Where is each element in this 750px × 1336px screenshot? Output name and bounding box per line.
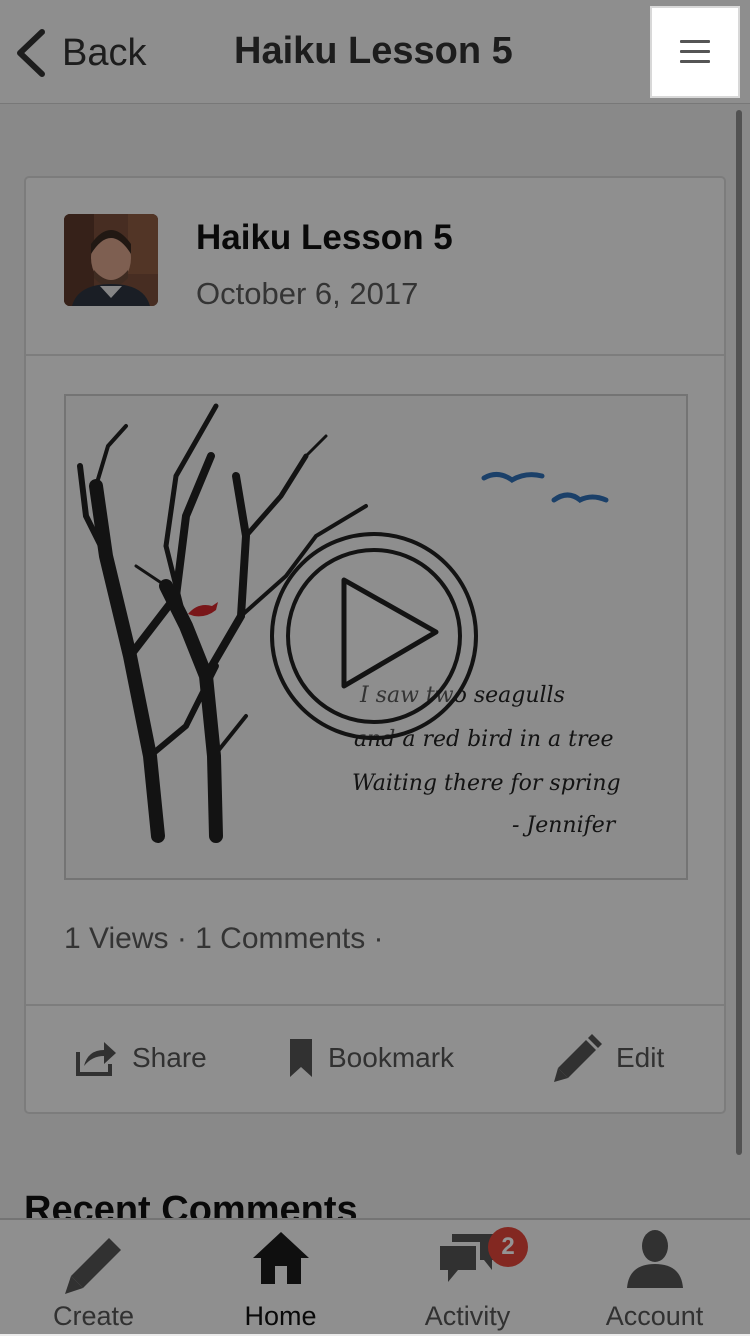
bookmark-button[interactable]: Bookmark <box>288 1030 454 1086</box>
page-title: Haiku Lesson 5 <box>234 30 513 72</box>
scrollbar[interactable] <box>736 110 742 1155</box>
pencil-icon <box>64 1238 121 1294</box>
share-label: Share <box>132 1042 207 1073</box>
activity-badge: 2 <box>488 1227 528 1267</box>
bookmark-label: Bookmark <box>328 1042 455 1073</box>
pencil-icon <box>554 1034 602 1082</box>
play-icon[interactable] <box>270 532 478 740</box>
post-stats: 1 Views · 1 Comments · <box>64 922 384 955</box>
tab-account[interactable]: Account <box>561 1220 748 1336</box>
share-icon <box>76 1042 116 1076</box>
menu-button[interactable] <box>650 6 740 98</box>
share-button[interactable]: Share <box>74 1030 207 1086</box>
back-label: Back <box>62 31 147 74</box>
bookmark-icon <box>290 1039 312 1077</box>
post-title: Haiku Lesson 5 <box>196 218 453 257</box>
edit-label: Edit <box>616 1042 665 1073</box>
tab-bar: Create Home Activity Account <box>0 1218 750 1334</box>
video-player[interactable]: I saw two seagulls and a red bird in a t… <box>64 394 688 880</box>
tab-activity[interactable]: Activity <box>374 1220 561 1336</box>
haiku-drawing: I saw two seagulls and a red bird in a t… <box>77 403 621 843</box>
hamburger-menu-icon <box>680 40 710 64</box>
seagull <box>551 492 609 503</box>
chevron-left-icon <box>17 29 45 77</box>
avatar[interactable] <box>64 214 158 306</box>
back-button[interactable]: Back <box>14 26 146 80</box>
red-bird <box>188 602 218 617</box>
tab-label: Create <box>52 1301 135 1331</box>
tab-label: Activity <box>424 1301 511 1331</box>
edit-button[interactable]: Edit <box>550 1030 664 1086</box>
poem-line-3: Waiting there for spring <box>352 771 621 796</box>
post-date: October 6, 2017 <box>196 276 419 311</box>
content-area[interactable]: Haiku Lesson 5 October 6, 2017 I saw two… <box>0 104 750 1218</box>
post-actions: Share Bookmark Edit <box>26 1006 724 1112</box>
recent-comments-heading: Recent Comments <box>24 1189 358 1218</box>
tab-home[interactable]: Home <box>187 1220 374 1336</box>
seagull <box>481 472 545 483</box>
poem-signature: - Jennifer <box>512 813 617 838</box>
nav-header: Back Haiku Lesson 5 <box>0 0 750 104</box>
post-card: Haiku Lesson 5 October 6, 2017 I saw two… <box>24 176 726 1114</box>
divider <box>26 354 724 356</box>
home-icon <box>252 1232 309 1284</box>
tab-label: Home <box>244 1301 317 1331</box>
tab-create[interactable]: Create <box>0 1220 187 1336</box>
person-icon <box>626 1230 683 1288</box>
tab-label: Account <box>605 1301 704 1331</box>
